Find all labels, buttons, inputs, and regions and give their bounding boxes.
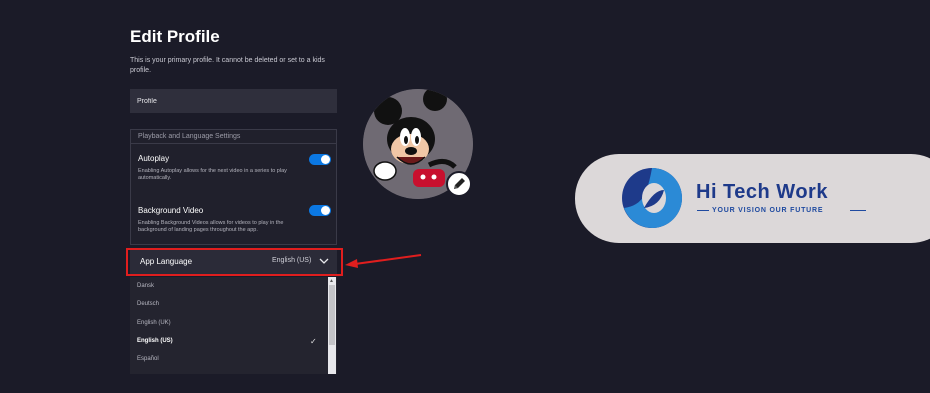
hi-tech-work-logo-icon: [622, 168, 682, 228]
language-dropdown-list: Dansk Deutsch English (UK) English (US) …: [130, 277, 337, 374]
autoplay-title: Autoplay: [138, 154, 170, 163]
section-divider: [131, 143, 336, 144]
profile-name-input[interactable]: [130, 89, 337, 113]
background-video-toggle[interactable]: [309, 205, 331, 216]
tagline-rule-right: [850, 210, 866, 211]
logo-tagline: YOUR VISION OUR FUTURE: [712, 207, 824, 214]
background-video-title: Background Video: [138, 206, 204, 215]
scroll-up-arrow-icon[interactable]: ▲: [329, 278, 334, 284]
edit-avatar-button[interactable]: [446, 171, 472, 197]
autoplay-toggle[interactable]: [309, 154, 331, 165]
app-language-value: English (US): [272, 257, 312, 264]
toggle-knob: [321, 206, 330, 215]
app-language-label: App Language: [140, 257, 193, 266]
background-video-description: Enabling Background Videos allows for vi…: [138, 220, 284, 233]
toggle-knob: [321, 155, 330, 164]
checkmark-icon: ✓: [310, 337, 317, 346]
app-language-select[interactable]: App Language English (US): [130, 249, 337, 274]
arrow-annotation-icon: [345, 254, 422, 268]
scrollbar-thumb[interactable]: [329, 285, 335, 345]
logo-title: Hi Tech Work: [696, 181, 828, 203]
playback-language-settings-panel: Playback and Language Settings Autoplay …: [130, 129, 337, 245]
language-option-deutsch[interactable]: Deutsch: [137, 301, 159, 307]
chevron-down-icon: [319, 258, 329, 264]
settings-section-header: Playback and Language Settings: [138, 133, 241, 140]
language-option-english-us[interactable]: English (US): [137, 338, 173, 344]
page-subtitle: This is your primary profile. It cannot …: [130, 57, 325, 74]
pencil-icon: [454, 178, 465, 189]
language-option-espanol[interactable]: Español: [137, 356, 159, 362]
page-title: Edit Profile: [130, 27, 220, 46]
tagline-rule-left: [697, 210, 709, 211]
autoplay-description: Enabling Autoplay allows for the next vi…: [138, 168, 287, 181]
language-option-dansk[interactable]: Dansk: [137, 283, 154, 289]
language-option-english-uk[interactable]: English (UK): [137, 320, 171, 326]
